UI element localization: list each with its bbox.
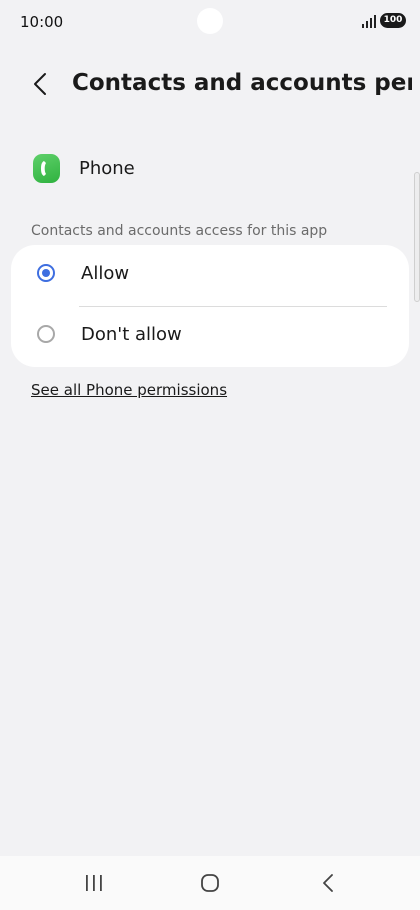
chevron-left-icon[interactable] bbox=[26, 68, 56, 100]
see-all-permissions-link[interactable]: See all Phone permissions bbox=[31, 381, 227, 399]
back-icon[interactable] bbox=[318, 872, 338, 894]
radio-allow[interactable] bbox=[37, 264, 55, 282]
header: Contacts and accounts permi... bbox=[0, 62, 420, 106]
camera-cutout bbox=[197, 8, 223, 34]
status-time: 10:00 bbox=[20, 13, 64, 31]
option-allow[interactable]: Allow bbox=[11, 245, 409, 306]
navigation-bar bbox=[0, 856, 420, 910]
status-bar: 10:00 100 bbox=[0, 0, 420, 44]
recents-icon[interactable] bbox=[84, 874, 104, 892]
option-allow-label: Allow bbox=[81, 263, 130, 284]
home-icon[interactable] bbox=[200, 873, 220, 893]
permission-options-card: Allow Don't allow bbox=[11, 245, 409, 367]
signal-icon bbox=[362, 15, 376, 28]
option-dont-allow-label: Don't allow bbox=[81, 324, 182, 345]
section-label: Contacts and accounts access for this ap… bbox=[31, 223, 328, 239]
battery-icon: 100 bbox=[380, 13, 406, 28]
app-name: Phone bbox=[79, 158, 135, 179]
phone-app-icon bbox=[33, 154, 60, 183]
page-title: Contacts and accounts permi... bbox=[72, 70, 412, 96]
option-dont-allow[interactable]: Don't allow bbox=[11, 306, 409, 367]
radio-dont-allow[interactable] bbox=[37, 325, 55, 343]
app-row: Phone bbox=[0, 148, 420, 190]
scrollbar[interactable] bbox=[414, 172, 420, 302]
